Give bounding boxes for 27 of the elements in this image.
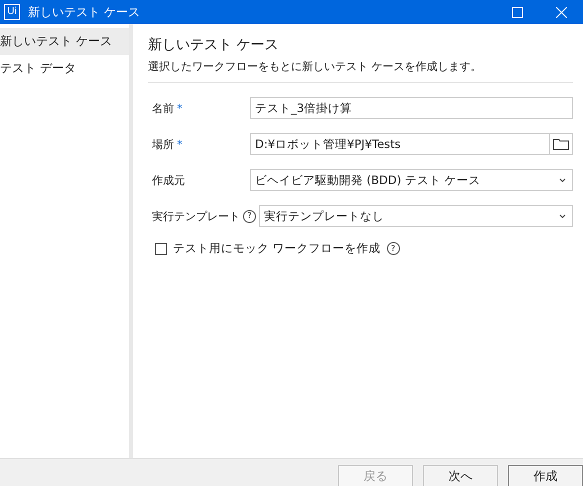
help-icon[interactable]: ? [386, 242, 400, 255]
dropdown[interactable]: 実行テンプレートなし [259, 205, 573, 227]
page-description: 選択したワークフローをもとに新しいテスト ケースを作成します。 [148, 59, 573, 83]
field-label: 作成元 [152, 172, 185, 188]
sidebar-item[interactable]: 新しいテスト ケース [0, 28, 129, 55]
dropdown[interactable]: ビヘイビア駆動開発 (BDD) テスト ケース [250, 169, 573, 191]
folder-icon[interactable] [549, 134, 572, 154]
checkbox-label: テスト用にモック ワークフローを作成 [173, 241, 381, 256]
dialog-button[interactable]: 次へ [423, 465, 498, 486]
window-title: 新しいテスト ケース [28, 4, 141, 20]
chevron-icon [559, 214, 566, 218]
sidebar-item[interactable]: テスト データ [0, 55, 129, 82]
field-label: 実行テンプレート [152, 208, 240, 224]
app-logo: Ui [4, 4, 20, 20]
required-mark: * [177, 138, 182, 150]
field-label: 場所 [152, 136, 174, 152]
close-icon [556, 6, 566, 18]
page-title: 新しいテスト ケース [148, 36, 280, 54]
input-field[interactable]: D:¥ロボット管理¥PJ¥Tests [250, 133, 573, 155]
field-label: 名前 [152, 100, 174, 116]
chevron-icon [559, 178, 566, 182]
checkbox[interactable] [155, 242, 167, 254]
maximize-icon [512, 6, 522, 18]
help-icon[interactable]: ? [243, 210, 256, 222]
input-field[interactable]: テスト_3倍掛け算 [250, 97, 573, 119]
dialog-button[interactable]: 作成 [508, 465, 583, 486]
required-mark: * [177, 102, 182, 114]
